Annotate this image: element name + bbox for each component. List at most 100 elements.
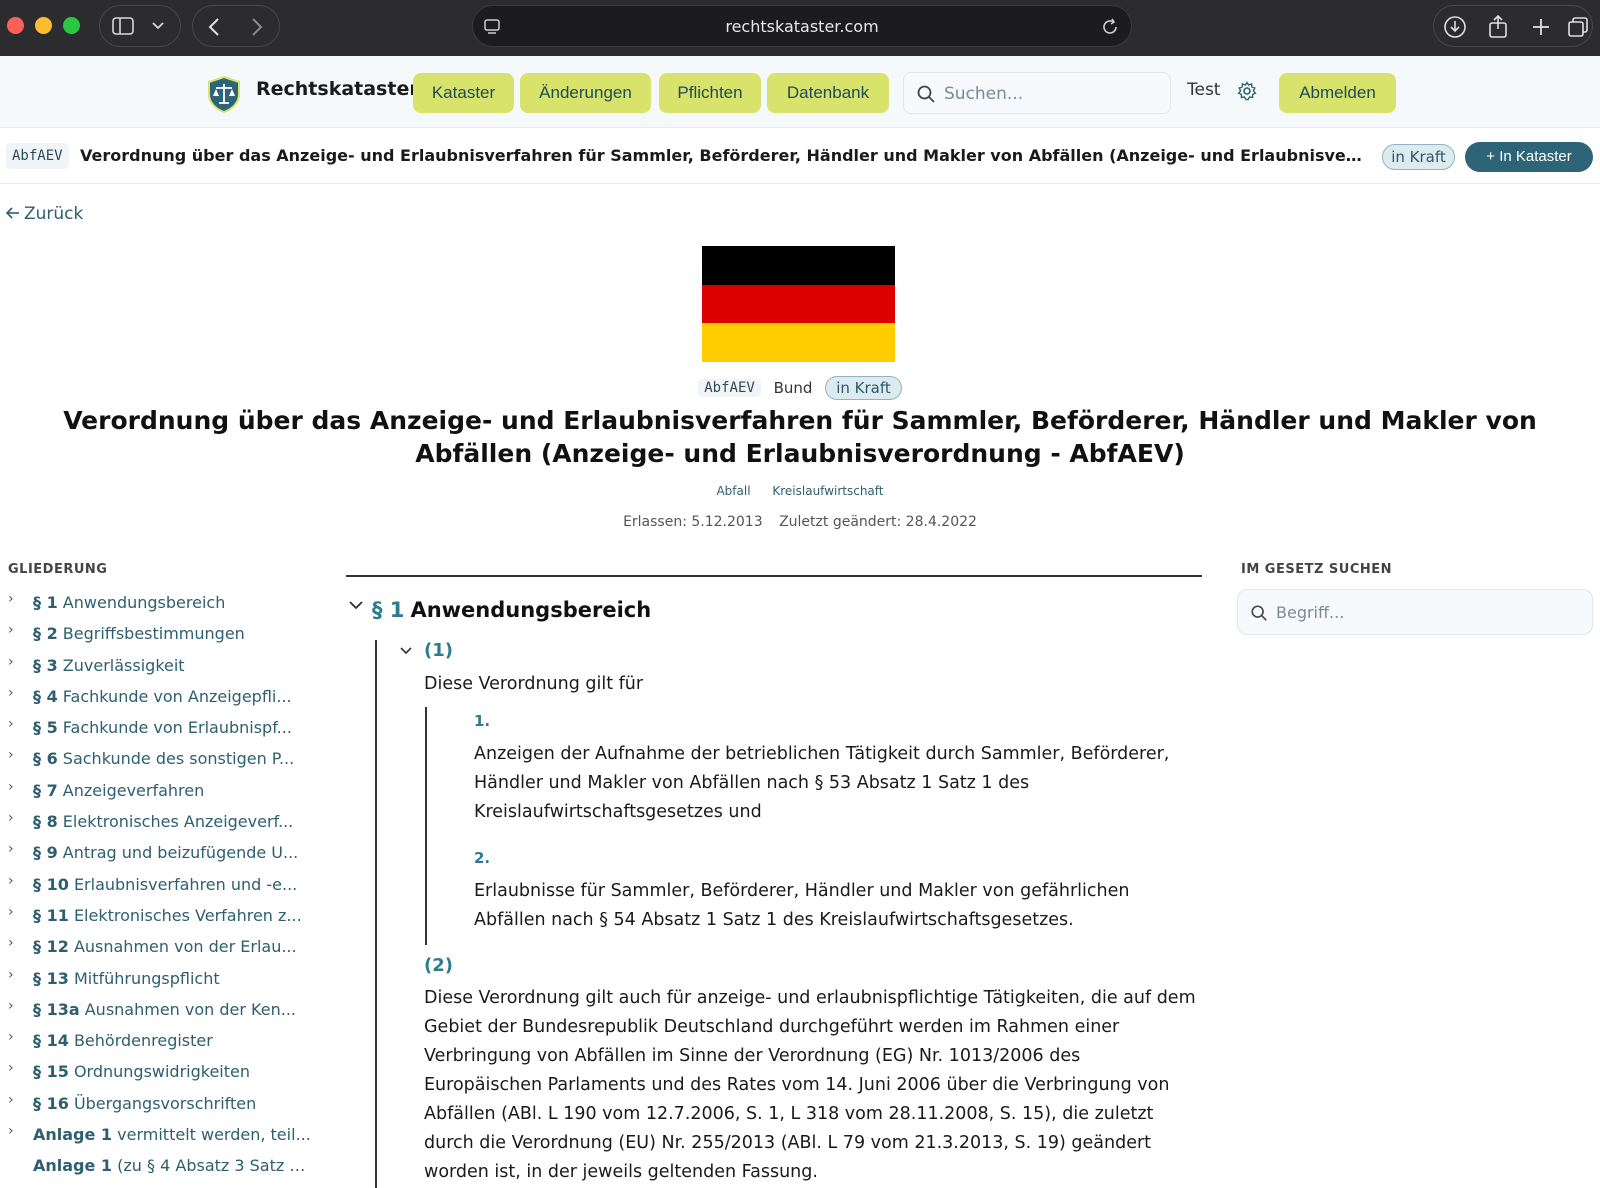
toc-item[interactable]: › § 7 Anzeigeverfahren	[8, 775, 308, 806]
chevron-right-icon[interactable]: ›	[8, 1053, 14, 1084]
nav-kataster-button[interactable]: Kataster	[413, 73, 514, 113]
toc-item[interactable]: › § 8 Elektronisches Anzeigeverf...	[8, 806, 308, 837]
chevron-down-icon[interactable]	[152, 22, 164, 30]
toc-item-title: Antrag und beizufügende U...	[62, 843, 299, 863]
back-arrow-icon[interactable]	[208, 18, 220, 36]
section-number: § 1	[372, 598, 405, 622]
jurisdiction-level: Bund	[773, 379, 813, 397]
toc-item-title: Elektronisches Verfahren z...	[73, 905, 302, 925]
download-icon[interactable]	[1443, 15, 1467, 39]
chevron-right-icon[interactable]: ›	[8, 834, 14, 865]
chevron-right-icon[interactable]: ›	[8, 584, 14, 615]
law-search-input[interactable]: Begriff...	[1237, 589, 1593, 635]
chevron-right-icon[interactable]: ›	[8, 772, 14, 803]
toc-item-label: § 3 Zuverlässigkeit	[33, 650, 313, 681]
chevron-right-icon[interactable]: ›	[8, 960, 14, 991]
tab-overview-icon[interactable]	[1567, 16, 1589, 38]
item-2-text: Erlaubnisse für Sammler, Beförderer, Hän…	[474, 881, 1130, 930]
law-title-bar: AbfAEV Verordnung über das Anzeige- und …	[0, 128, 1600, 184]
tag-abfall[interactable]: Abfall	[716, 484, 750, 498]
toc-item[interactable]: › § 14 Behördenregister	[8, 1025, 308, 1056]
chevron-right-icon[interactable]: ›	[8, 709, 14, 740]
flag-stripe-gold	[702, 323, 895, 362]
minimize-window-button[interactable]	[35, 17, 52, 34]
toc-item-number: Anlage 1	[33, 1125, 113, 1145]
toc-item[interactable]: Anlage 1 (zu § 4 Absatz 3 Satz 1...	[8, 1150, 313, 1181]
chevron-right-icon[interactable]: ›	[8, 678, 14, 709]
toc-item-title: Sachkunde des sonstigen P...	[62, 749, 295, 769]
chevron-right-icon[interactable]: ›	[8, 991, 14, 1022]
chevron-right-icon[interactable]: ›	[8, 1116, 14, 1147]
nav-aenderungen-button[interactable]: Änderungen	[520, 73, 651, 113]
chevron-right-icon[interactable]: ›	[8, 1022, 14, 1053]
reload-icon[interactable]	[1101, 18, 1119, 36]
gear-icon[interactable]	[1237, 81, 1257, 101]
tag-kreislaufwirtschaft[interactable]: Kreislaufwirtschaft	[772, 484, 883, 498]
global-search-input[interactable]: Suchen...	[903, 72, 1171, 114]
chevron-down-icon[interactable]	[399, 646, 413, 656]
arrow-left-icon	[5, 207, 19, 219]
toc-item[interactable]: › § 2 Begriffsbestimmungen	[8, 618, 308, 649]
toc-item[interactable]: › Anlage 1 vermittelt werden, teil...	[8, 1116, 311, 1150]
absatz-2-text: Diese Verordnung gilt auch für anzeige- …	[424, 988, 1196, 1182]
address-bar[interactable]: rechtskataster.com	[472, 5, 1132, 47]
zoom-window-button[interactable]	[63, 17, 80, 34]
toc-item[interactable]: › § 16 Übergangsvorschriften	[8, 1088, 308, 1119]
logout-button[interactable]: Abmelden	[1279, 73, 1396, 113]
chevron-right-icon[interactable]: ›	[8, 866, 14, 897]
back-link[interactable]: Zurück	[5, 204, 83, 224]
toc-item-number: § 4	[33, 686, 58, 706]
url-text: rechtskataster.com	[725, 17, 879, 36]
toc-item-number: § 16	[33, 1093, 69, 1113]
chevron-right-icon[interactable]: ›	[8, 1085, 14, 1116]
toc-item-label: § 13a Ausnahmen von der Ken...	[33, 994, 313, 1025]
forward-arrow-icon[interactable]	[251, 18, 263, 36]
share-icon[interactable]	[1487, 14, 1509, 38]
search-placeholder: Suchen...	[944, 84, 1024, 104]
add-to-kataster-button[interactable]: + In Kataster	[1465, 142, 1593, 172]
sidebar-icon[interactable]	[112, 17, 134, 35]
brand-name[interactable]: Rechtskataster	[256, 78, 419, 100]
toc-item-label: § 4 Fachkunde von Anzeigepfli...	[33, 681, 313, 712]
toc-item-number: § 2	[33, 624, 58, 644]
chevron-right-icon[interactable]: ›	[8, 740, 14, 771]
chevron-right-icon[interactable]: ›	[8, 928, 14, 959]
rechtskataster-logo-icon[interactable]	[205, 75, 243, 113]
absatz-1-intro: Diese Verordnung gilt für	[424, 674, 644, 694]
chevron-right-icon[interactable]: ›	[8, 615, 14, 646]
chevron-right-icon[interactable]: ›	[8, 803, 14, 834]
toc-item[interactable]: › § 12 Ausnahmen von der Erlau...	[8, 931, 308, 962]
toc-item-number: § 7	[33, 780, 58, 800]
toc-item[interactable]: › § 3 Zuverlässigkeit	[8, 650, 308, 681]
toc-item[interactable]: › § 4 Fachkunde von Anzeigepfli...	[8, 681, 308, 712]
nav-datenbank-button[interactable]: Datenbank	[767, 73, 889, 113]
toc-item-number: § 10	[33, 874, 69, 894]
chevron-right-icon[interactable]: ›	[8, 647, 14, 678]
toc-item[interactable]: › § 10 Erlaubnisverfahren und -e...	[8, 869, 308, 900]
new-tab-icon[interactable]	[1531, 17, 1551, 37]
toc-item[interactable]: › § 6 Sachkunde des sonstigen P...	[8, 743, 308, 774]
toc-item-number: § 5	[33, 718, 58, 738]
law-title-compact: Verordnung über das Anzeige- und Erlaubn…	[80, 146, 1365, 165]
toc-item-label: § 15 Ordnungswidrigkeiten	[33, 1056, 313, 1087]
absatz-1-label: (1)	[424, 640, 453, 661]
toc-item[interactable]: › § 11 Elektronisches Verfahren z...	[8, 900, 308, 931]
toc-item-number: § 13a	[33, 999, 80, 1019]
flag-stripe-red	[702, 284, 895, 324]
chevron-right-icon[interactable]: ›	[8, 897, 14, 928]
toc-item[interactable]: › § 9 Antrag und beizufügende U...	[8, 837, 308, 868]
toc-item[interactable]: › § 15 Ordnungswidrigkeiten	[8, 1056, 308, 1087]
toc-item-title: vermittelt werden, teil...	[117, 1125, 311, 1145]
law-abbreviation: AbfAEV	[698, 379, 761, 397]
close-window-button[interactable]	[7, 17, 24, 34]
toc-item[interactable]: › § 5 Fachkunde von Erlaubnispf...	[8, 712, 308, 743]
toc-item[interactable]: › § 13a Ausnahmen von der Ken...	[8, 994, 308, 1025]
item-2-label: 2.	[474, 849, 491, 867]
history-nav-group	[192, 5, 280, 47]
toc-item[interactable]: › § 13 Mitführungspflicht	[8, 963, 308, 994]
nav-pflichten-button[interactable]: Pflichten	[659, 73, 761, 113]
toc-item-title: Fachkunde von Erlaubnispf...	[62, 718, 292, 738]
toc-item[interactable]: › § 1 Anwendungsbereich	[8, 587, 308, 618]
content-divider	[346, 575, 1202, 577]
chevron-down-icon[interactable]	[348, 600, 364, 612]
